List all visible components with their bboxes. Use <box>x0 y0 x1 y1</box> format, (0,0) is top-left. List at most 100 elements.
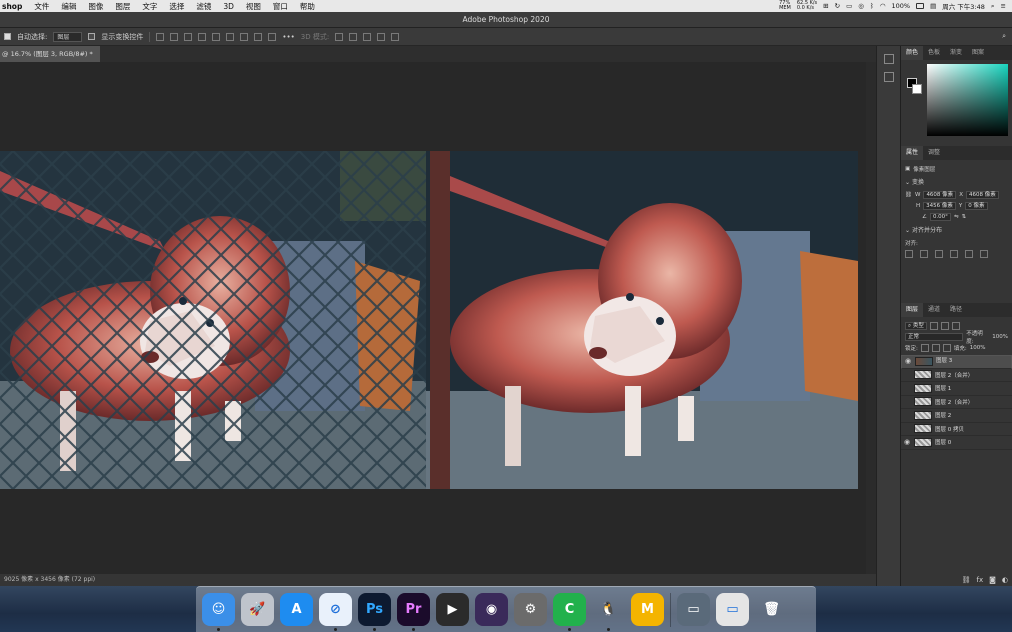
link-layers-icon[interactable]: ⛓ <box>962 576 971 584</box>
menu-select[interactable]: 选择 <box>163 1 190 12</box>
wifi-icon[interactable]: ◠ <box>880 2 886 10</box>
dock-mindmaster-icon[interactable]: M <box>631 593 664 626</box>
workspace-search-icon[interactable]: ⌕ <box>1002 32 1006 41</box>
eye-icon[interactable]: ◉ <box>905 357 915 366</box>
menu-window[interactable]: 窗口 <box>267 1 294 12</box>
airplay-icon[interactable]: ▭ <box>846 2 852 10</box>
roll-3d-icon[interactable] <box>349 32 358 41</box>
align-top-icon[interactable] <box>950 249 958 258</box>
menu-view[interactable]: 视图 <box>240 1 267 12</box>
menu-layer[interactable]: 图层 <box>109 1 136 12</box>
lock-position-icon[interactable] <box>931 343 940 352</box>
more-icon[interactable]: ••• <box>282 33 294 41</box>
x-field[interactable]: 4608 像素 <box>965 190 999 199</box>
distribute-center-icon[interactable] <box>254 32 263 41</box>
character-icon[interactable] <box>883 72 894 82</box>
filter-adjust-icon[interactable] <box>940 321 949 330</box>
tab-swatches[interactable]: 色板 <box>923 46 945 60</box>
layer-select-dropdown[interactable]: 图层 <box>53 31 83 42</box>
layer-row[interactable]: 图层 1 <box>901 382 1012 396</box>
menu-edit[interactable]: 编辑 <box>55 1 82 12</box>
align-bottom-icon[interactable] <box>226 32 235 41</box>
history-icon[interactable] <box>883 54 894 64</box>
height-field[interactable]: 3456 像素 <box>923 201 956 210</box>
dock-final-cut-icon[interactable]: ▶ <box>436 593 469 626</box>
dock-compressor-icon[interactable]: ⚙ <box>514 593 547 626</box>
dock-qq-icon[interactable]: 🐧 <box>592 593 625 631</box>
menu-filter[interactable]: 滤镜 <box>190 1 217 12</box>
battery-label[interactable]: 100% <box>891 2 910 10</box>
clock[interactable]: 周六 下午3:48 <box>942 1 985 11</box>
layer-row[interactable]: 图层 2（合并） <box>901 369 1012 382</box>
app-menu[interactable]: shop <box>0 2 28 11</box>
document-tab[interactable]: @ 16.7% (图层 3, RGB/8#) * <box>0 46 100 62</box>
width-field[interactable]: 4608 像素 <box>923 190 957 199</box>
scale-3d-icon[interactable] <box>391 32 400 41</box>
dock-screenshot-icon[interactable]: ▭ <box>677 593 710 626</box>
search-icon[interactable]: ⌕ <box>991 2 995 11</box>
layer-row[interactable]: 图层 0 拷贝 <box>901 423 1012 436</box>
fill-value[interactable]: 100% <box>970 345 986 351</box>
align-left-icon[interactable] <box>156 32 165 41</box>
blend-mode-select[interactable]: 正常 <box>905 332 964 341</box>
align-header[interactable]: ⌄ 对齐并分布 <box>901 222 1012 237</box>
eye-icon[interactable]: ◉ <box>904 438 914 446</box>
document-image[interactable] <box>0 151 858 489</box>
menu-type[interactable]: 文字 <box>136 1 163 12</box>
align-hcenter-icon[interactable] <box>170 32 179 41</box>
kind-filter-select[interactable]: ⌕ 类型 <box>905 321 927 330</box>
drag-3d-icon[interactable] <box>363 32 372 41</box>
align-right-icon[interactable] <box>935 249 943 258</box>
align-vcenter-icon[interactable] <box>212 32 221 41</box>
dock-motion-icon[interactable]: ◉ <box>475 593 508 626</box>
lock-pixels-icon[interactable] <box>920 343 929 352</box>
dock-premiere-icon[interactable]: Pr <box>397 593 430 631</box>
lock-all-icon[interactable] <box>942 343 951 352</box>
distribute-right-icon[interactable] <box>268 32 277 41</box>
tab-properties[interactable]: 属性 <box>901 146 924 160</box>
mask-icon[interactable]: ◙ <box>989 576 996 584</box>
fg-bg-swatches[interactable] <box>905 64 927 136</box>
bluetooth-icon[interactable]: ᛒ <box>870 2 874 10</box>
sync-icon[interactable]: ↻ <box>835 2 840 10</box>
background-color[interactable] <box>912 84 922 94</box>
layer-row[interactable]: 图层 2（合并） <box>901 396 1012 409</box>
flip-v-icon[interactable]: ⇅ <box>962 214 967 220</box>
network-stat[interactable]: 62.5 K/s 0.0 K/s <box>797 1 817 11</box>
align-hcenter-icon[interactable] <box>920 249 928 258</box>
battery-icon[interactable] <box>916 3 925 9</box>
tab-adjustments[interactable]: 调整 <box>923 146 945 160</box>
dock-safari-icon[interactable]: ⊘ <box>319 593 352 631</box>
layer-row[interactable]: ◉ 图层 3 <box>901 355 1012 369</box>
link-icon[interactable]: ⛓ <box>905 192 912 198</box>
layer-row[interactable]: ◉ 图层 0 <box>901 436 1012 450</box>
dock-camtasia-icon[interactable]: C <box>553 593 586 631</box>
tab-gradients[interactable]: 渐变 <box>945 46 967 60</box>
tab-channels[interactable]: 通道 <box>923 303 945 317</box>
dock-trash-icon[interactable]: 🗑 <box>755 593 788 626</box>
flip-h-icon[interactable]: ⇋ <box>954 214 959 220</box>
opacity-value[interactable]: 100% <box>992 334 1008 340</box>
align-bottom-icon[interactable] <box>980 249 988 258</box>
menu-file[interactable]: 文件 <box>28 1 55 12</box>
distribute-left-icon[interactable] <box>240 32 249 41</box>
transform-header[interactable]: ⌄ 变换 <box>901 174 1012 189</box>
slide-3d-icon[interactable] <box>377 32 386 41</box>
auto-select-checkbox[interactable] <box>4 33 11 40</box>
color-field[interactable] <box>927 64 1008 136</box>
show-transform-checkbox[interactable] <box>88 33 96 40</box>
dock-preview-icon[interactable]: ▭ <box>716 593 749 626</box>
dock-finder-icon[interactable]: ☺ <box>202 593 235 631</box>
filter-type-icon[interactable] <box>951 321 960 330</box>
control-center-icon[interactable]: ≡ <box>1001 2 1006 10</box>
filter-pixel-icon[interactable] <box>929 321 938 330</box>
align-right-icon[interactable] <box>184 32 193 41</box>
tab-patterns[interactable]: 图案 <box>967 46 989 60</box>
dock-launchpad-icon[interactable]: 🚀 <box>241 593 274 626</box>
document-dimensions[interactable]: 9025 像素 x 3456 像素 (72 ppi) <box>4 576 95 583</box>
tab-paths[interactable]: 路径 <box>945 303 967 317</box>
angle-field[interactable]: 0.00° <box>929 212 951 221</box>
menu-3d[interactable]: 3D <box>217 2 240 11</box>
grid-icon[interactable]: ⊞ <box>823 2 828 10</box>
align-top-icon[interactable] <box>198 32 207 41</box>
